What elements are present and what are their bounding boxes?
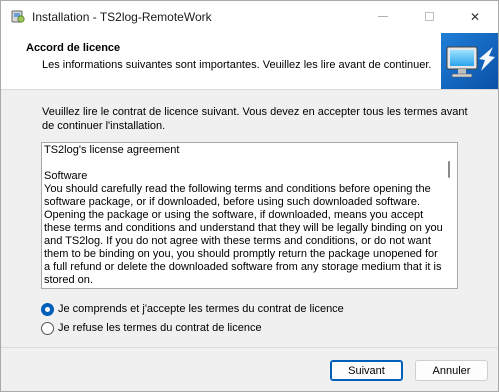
footer-divider	[1, 347, 498, 348]
window-title: Installation - TS2log-RemoteWork	[32, 10, 212, 24]
minimize-icon	[378, 16, 388, 17]
maximize-button[interactable]	[406, 1, 452, 32]
next-button[interactable]: Suivant	[330, 360, 403, 381]
license-intro: Veuillez lire le contrat de licence suiv…	[42, 106, 468, 132]
refuse-radio[interactable]	[41, 321, 54, 335]
cancel-button[interactable]: Annuler	[415, 360, 488, 381]
close-button[interactable]: ✕	[452, 1, 498, 32]
refuse-option[interactable]: Je refuse les termes du contrat de licen…	[41, 320, 262, 336]
minimize-button[interactable]	[360, 1, 406, 32]
wizard-header: Accord de licence Les informations suiva…	[1, 32, 498, 90]
maximize-icon	[424, 12, 434, 21]
license-scrollbar[interactable]	[442, 143, 457, 288]
title-bar[interactable]: Installation - TS2log-RemoteWork ✕	[1, 1, 498, 32]
accept-radio[interactable]	[41, 302, 54, 316]
installer-window: Installation - TS2log-RemoteWork ✕ Accor…	[0, 0, 499, 392]
close-icon: ✕	[469, 9, 481, 24]
license-textbox[interactable]: TS2log's license agreement Software You …	[41, 142, 458, 289]
setup-monitor-graphic	[441, 33, 498, 89]
accept-label: Je comprends et j'accepte les termes du …	[58, 303, 344, 315]
page-title: Accord de licence	[26, 42, 121, 54]
license-text: TS2log's license agreement Software You …	[44, 144, 443, 286]
scrollbar-thumb[interactable]	[448, 161, 450, 178]
refuse-label: Je refuse les termes du contrat de licen…	[58, 322, 262, 334]
installer-icon	[10, 8, 26, 24]
accept-option[interactable]: Je comprends et j'accepte les termes du …	[41, 301, 344, 317]
page-subtitle: Les informations suivantes sont importan…	[42, 59, 432, 71]
